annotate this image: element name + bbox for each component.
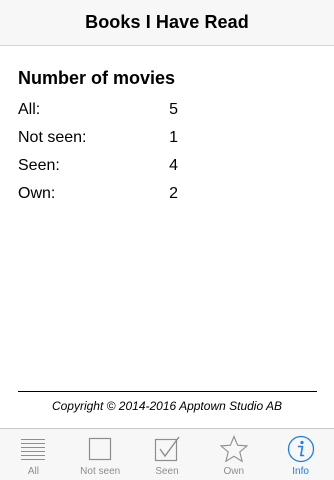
stat-value: 1 [169, 129, 178, 146]
footer-divider [18, 391, 317, 392]
navigation-bar: Books I Have Read [0, 0, 334, 46]
stats-heading: Number of movies [18, 68, 176, 88]
stat-label: Seen: [18, 157, 60, 174]
tab-seen[interactable]: Seen [134, 429, 201, 480]
tab-all[interactable]: All [0, 429, 67, 480]
list-icon [18, 434, 48, 464]
tab-label: Seen [155, 466, 179, 477]
tab-label: Own [223, 466, 245, 477]
tab-info[interactable]: Info [267, 429, 334, 480]
stat-value: 4 [169, 157, 178, 174]
stat-value: 5 [169, 101, 178, 118]
stat-row-seen: Seen: 4 [18, 152, 178, 180]
stat-label: Own: [18, 185, 56, 202]
stat-label: Not seen: [18, 129, 87, 146]
tab-label: Info [292, 466, 309, 477]
star-icon [219, 434, 249, 464]
copyright-text: Copyright © 2014-2016 Apptown Studio AB [51, 399, 283, 413]
stat-row-not-seen: Not seen: 1 [18, 124, 178, 152]
tab-own[interactable]: Own [200, 429, 267, 480]
tab-label: All [27, 466, 39, 477]
stat-row-all: All: 5 [18, 96, 178, 124]
tab-label: Not seen [80, 466, 121, 477]
stats-section: Number of movies All: 5 Not seen: 1 Seen… [18, 66, 178, 208]
tab-not-seen[interactable]: Not seen [67, 429, 134, 480]
stat-row-own: Own: 2 [18, 180, 178, 208]
info-icon [286, 434, 316, 464]
checked-box-icon [152, 434, 182, 464]
tab-bar: All Not seen Seen Own Info [0, 428, 334, 480]
page-title: Books I Have Read [85, 12, 249, 32]
stat-value: 2 [169, 185, 178, 202]
stat-label: All: [18, 101, 41, 118]
empty-checkbox-icon [85, 434, 115, 464]
